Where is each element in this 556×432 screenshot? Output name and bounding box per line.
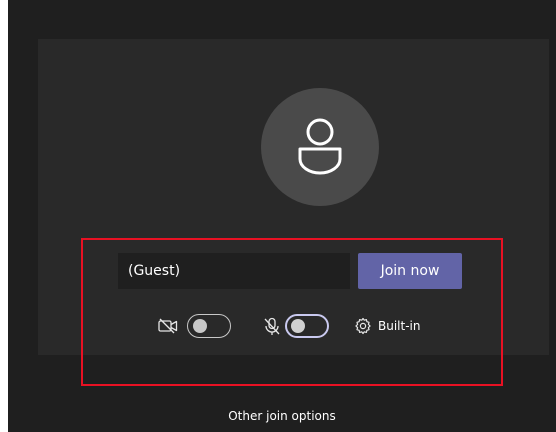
pre-join-screen: Join now Built-in Other join options — [8, 0, 556, 432]
name-input[interactable] — [118, 253, 350, 289]
toggle-knob — [193, 319, 207, 333]
avatar — [261, 88, 379, 206]
camera-off-icon — [158, 318, 178, 334]
microphone-toggle[interactable] — [285, 314, 329, 338]
person-icon — [298, 118, 342, 175]
gear-icon — [355, 317, 371, 335]
device-settings-label: Built-in — [378, 319, 421, 333]
camera-toggle[interactable] — [187, 314, 231, 338]
join-now-button[interactable]: Join now — [358, 253, 462, 289]
toggle-knob — [291, 319, 305, 333]
device-settings-button[interactable]: Built-in — [354, 316, 420, 336]
other-join-options-link[interactable]: Other join options — [8, 409, 556, 423]
microphone-off-icon — [263, 317, 281, 337]
